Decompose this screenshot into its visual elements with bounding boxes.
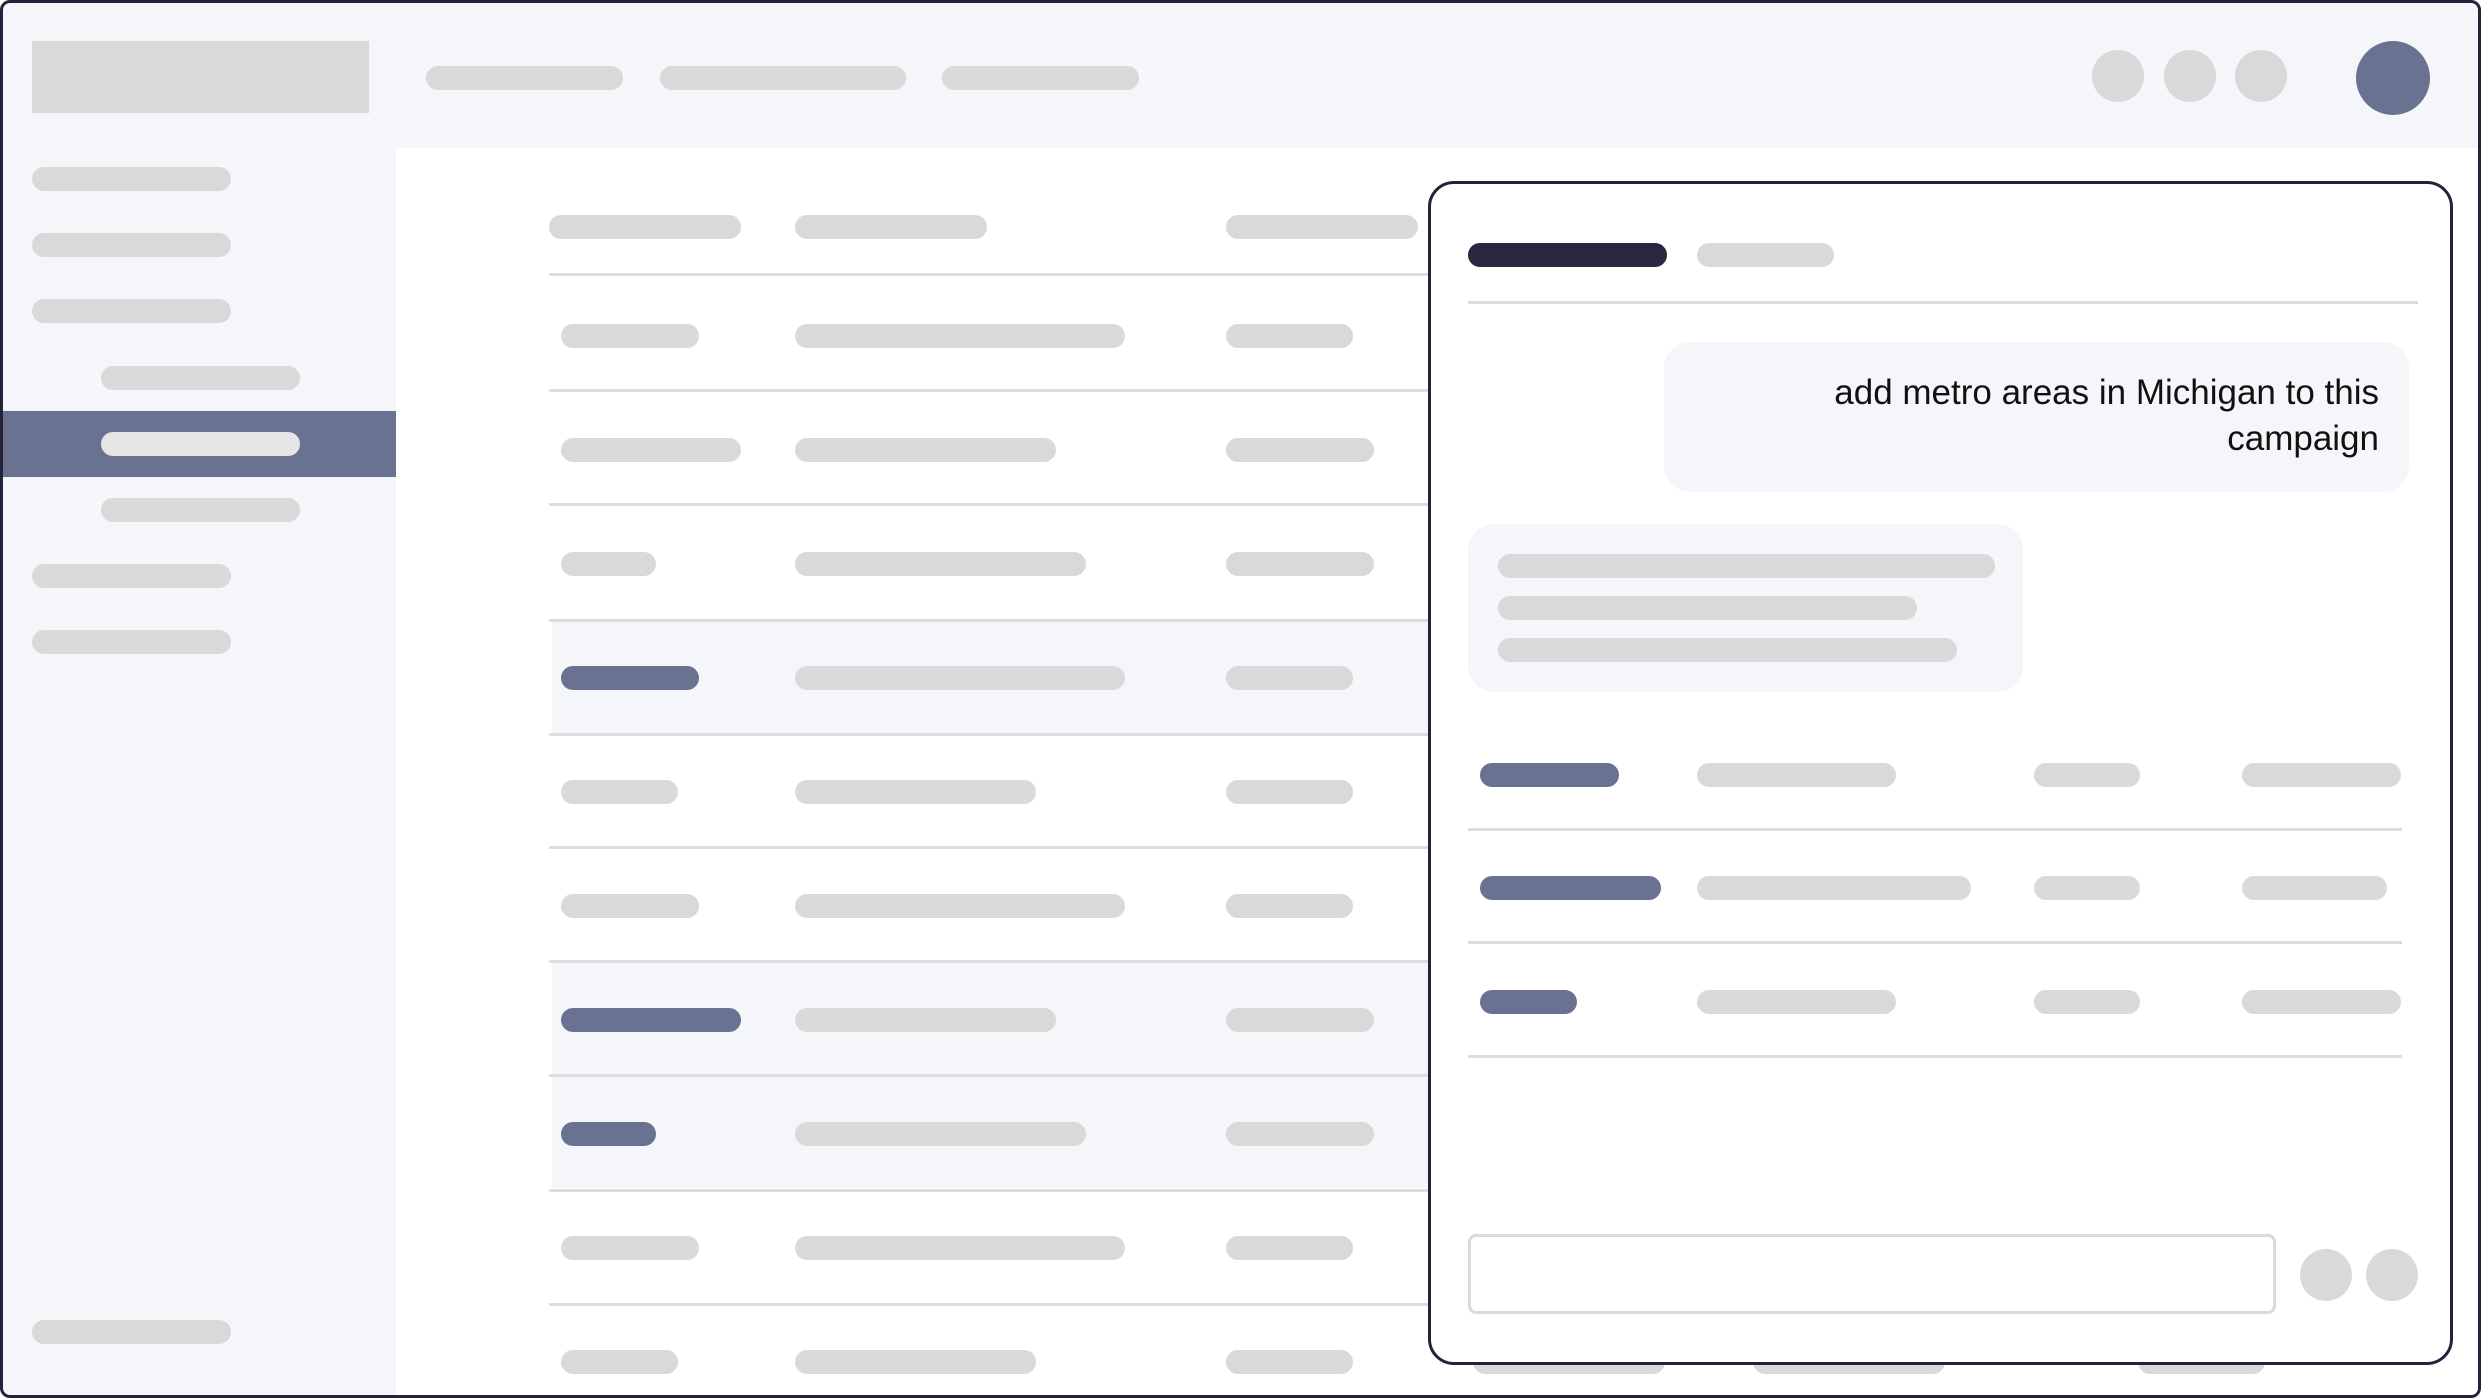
assistant-chat-panel: add metro areas in Michigan to this camp… xyxy=(1428,181,2453,1365)
result-cell xyxy=(2242,876,2387,900)
user-message-text: add metro areas in Michigan to this camp… xyxy=(1834,373,2379,458)
table-cell-link[interactable] xyxy=(561,1008,741,1032)
chat-input[interactable] xyxy=(1468,1234,2276,1314)
header-action-icon-3[interactable] xyxy=(2235,50,2287,102)
assistant-message-bubble xyxy=(1468,524,2023,692)
table-cell xyxy=(1226,324,1353,348)
result-cell xyxy=(2034,876,2140,900)
app-window: add metro areas in Michigan to this camp… xyxy=(0,0,2481,1398)
header-action-icon-2[interactable] xyxy=(2164,50,2216,102)
table-cell[interactable] xyxy=(561,780,678,804)
assistant-message-line-3 xyxy=(1498,638,1957,662)
result-cell xyxy=(1697,763,1896,787)
sidebar-subitem-selected-label xyxy=(101,432,300,456)
table-cell xyxy=(795,1236,1125,1260)
assistant-message-line-1 xyxy=(1498,554,1995,578)
tab-secondary[interactable] xyxy=(1697,243,1834,267)
table-cell[interactable] xyxy=(561,894,699,918)
sidebar-item-2[interactable] xyxy=(32,233,231,257)
table-cell xyxy=(1226,1350,1353,1374)
table-cell xyxy=(1226,1122,1374,1146)
result-cell-link[interactable] xyxy=(1480,876,1661,900)
top-nav-item-2[interactable] xyxy=(660,66,906,90)
table-cell[interactable] xyxy=(561,438,741,462)
result-cell xyxy=(2034,763,2140,787)
user-message-bubble: add metro areas in Michigan to this camp… xyxy=(1664,342,2409,492)
result-cell xyxy=(2242,990,2401,1014)
sidebar-subitem-1[interactable] xyxy=(101,366,300,390)
result-cell xyxy=(1697,990,1896,1014)
sidebar-item-4[interactable] xyxy=(32,564,231,588)
table-cell xyxy=(1226,1236,1353,1260)
result-cell xyxy=(1697,876,1971,900)
table-cell xyxy=(795,780,1036,804)
tab-chat[interactable] xyxy=(1468,243,1667,267)
table-cell xyxy=(795,1122,1086,1146)
table-cell xyxy=(1226,438,1374,462)
table-cell[interactable] xyxy=(561,1236,699,1260)
send-button-icon[interactable] xyxy=(2366,1249,2418,1301)
sidebar-item-3[interactable] xyxy=(32,299,231,323)
table-cell xyxy=(795,894,1125,918)
header-action-icon-1[interactable] xyxy=(2092,50,2144,102)
table-cell xyxy=(795,324,1125,348)
result-cell-link[interactable] xyxy=(1480,990,1577,1014)
table-cell xyxy=(795,1008,1056,1032)
top-nav-item-3[interactable] xyxy=(942,66,1139,90)
table-cell xyxy=(1226,552,1374,576)
table-cell xyxy=(1226,1008,1374,1032)
result-cell-link[interactable] xyxy=(1480,763,1619,787)
assistant-message-line-2 xyxy=(1498,596,1917,620)
attach-button-icon[interactable] xyxy=(2300,1249,2352,1301)
table-cell xyxy=(1226,894,1353,918)
tab-divider xyxy=(1468,301,2418,304)
table-cell xyxy=(795,666,1125,690)
sidebar-subitem-3[interactable] xyxy=(101,498,300,522)
sidebar-footer-item[interactable] xyxy=(32,1320,231,1344)
table-header-col-3[interactable] xyxy=(1226,215,1418,239)
table-cell xyxy=(795,1350,1036,1374)
result-row-divider xyxy=(1468,941,2402,944)
sidebar-item-1[interactable] xyxy=(32,167,231,191)
table-cell[interactable] xyxy=(561,552,656,576)
table-cell-link[interactable] xyxy=(561,666,699,690)
result-cell xyxy=(2034,990,2140,1014)
top-nav-item-1[interactable] xyxy=(426,66,623,90)
result-row-divider xyxy=(1468,1055,2402,1058)
table-cell[interactable] xyxy=(561,1350,678,1374)
sidebar-item-5[interactable] xyxy=(32,630,231,654)
table-cell xyxy=(1226,780,1353,804)
table-cell[interactable] xyxy=(561,324,699,348)
logo-placeholder xyxy=(32,41,369,113)
table-cell xyxy=(795,552,1086,576)
table-header-col-1[interactable] xyxy=(549,215,741,239)
result-row-divider xyxy=(1468,828,2402,831)
result-cell xyxy=(2242,763,2401,787)
table-cell xyxy=(1226,666,1353,690)
table-cell xyxy=(795,438,1056,462)
avatar-icon[interactable] xyxy=(2356,41,2430,115)
table-cell-link[interactable] xyxy=(561,1122,656,1146)
table-header-col-2[interactable] xyxy=(795,215,987,239)
